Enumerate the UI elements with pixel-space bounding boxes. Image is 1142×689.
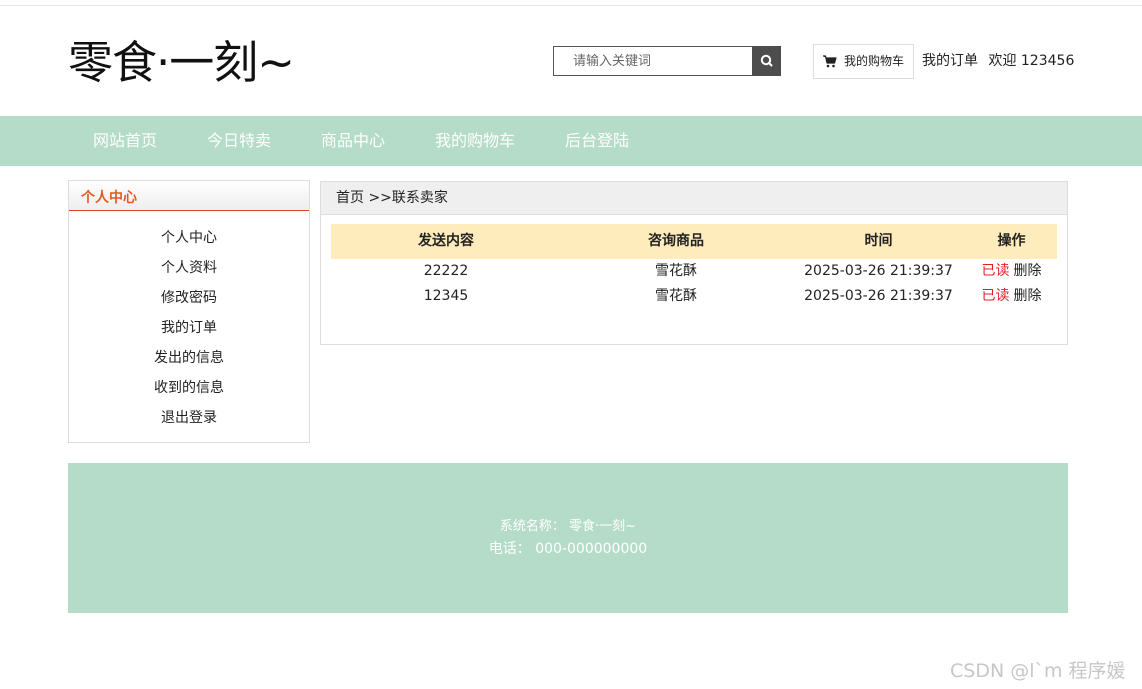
sidebar-title: 个人中心 [81,190,137,206]
sidebar-item-change-password[interactable]: 修改密码 [69,286,309,316]
sidebar-item-profile[interactable]: 个人资料 [69,256,309,286]
cart-label: 我的购物车 [844,54,905,68]
cell-actions: 已读 删除 [966,259,1057,284]
footer-system-name: 系统名称： 零食·一刻~ [499,519,637,534]
cell-content: 22222 [423,263,469,279]
footer: 系统名称： 零食·一刻~ 电话： 000-000000000 [68,463,1068,613]
sidebar-item-logout[interactable]: 退出登录 [69,406,309,436]
sidebar-item-sent-messages[interactable]: 发出的信息 [69,346,309,376]
column-header-product: 咨询商品 [648,233,704,249]
sidebar-header: 个人中心 [69,181,309,211]
user-links: 我的订单 欢迎 123456 [922,51,1080,71]
cell-product: 雪花酥 [655,263,697,279]
cell-product: 雪花酥 [655,288,697,304]
top-divider [0,5,1142,6]
nav-item-cart[interactable]: 我的购物车 [435,116,515,166]
table-row: 12345 雪花酥 2025-03-26 21:39:37 已读 删除 [331,284,1057,309]
search-input[interactable] [554,47,751,75]
messages-table: 发送内容 咨询商品 时间 操作 22222 雪花酥 2025-03-26 21:… [331,224,1057,309]
main-panel: 首页 >>联系卖家 发送内容 咨询商品 时间 操作 22222 雪花酥 2025… [320,181,1068,345]
my-orders-link[interactable]: 我的订单 [922,53,978,69]
search-box [553,46,753,76]
nav-item-daily-deals[interactable]: 今日特卖 [207,116,271,166]
sidebar-menu: 个人中心 个人资料 修改密码 我的订单 发出的信息 收到的信息 退出登录 [69,226,309,436]
search-icon [760,54,773,67]
sidebar-item-personal-center[interactable]: 个人中心 [69,226,309,256]
welcome-text: 欢迎 123456 [988,53,1075,69]
watermark: CSDN @l`m 程序媛 [950,660,1126,682]
table-row: 22222 雪花酥 2025-03-26 21:39:37 已读 删除 [331,259,1057,284]
cell-content: 12345 [423,288,469,304]
search-button[interactable] [752,46,781,76]
mark-read-link[interactable]: 已读 [982,263,1010,279]
sidebar-item-received-messages[interactable]: 收到的信息 [69,376,309,406]
footer-phone: 电话： 000-000000000 [488,541,648,557]
column-header-actions: 操作 [997,233,1026,249]
delete-link[interactable]: 删除 [1014,288,1042,304]
cell-actions: 已读 删除 [966,284,1057,309]
cart-button[interactable]: 我的购物车 [813,44,914,79]
site-logo[interactable]: 零食·一刻~ [68,34,295,92]
column-header-time: 时间 [864,233,893,249]
cell-time: 2025-03-26 21:39:37 [804,288,953,304]
cell-time: 2025-03-26 21:39:37 [804,263,953,279]
delete-link[interactable]: 删除 [1014,263,1042,279]
cart-icon [823,55,837,68]
table-header: 发送内容 咨询商品 时间 操作 [331,224,1057,259]
nav-item-products[interactable]: 商品中心 [321,116,385,166]
mark-read-link[interactable]: 已读 [982,288,1010,304]
sidebar-item-my-orders[interactable]: 我的订单 [69,316,309,346]
column-header-content: 发送内容 [418,233,474,249]
nav-item-home[interactable]: 网站首页 [93,116,157,166]
sidebar: 个人中心 个人中心 个人资料 修改密码 我的订单 发出的信息 收到的信息 退出登… [68,180,310,443]
nav-item-admin-login[interactable]: 后台登陆 [565,116,629,166]
main-nav: 网站首页 今日特卖 商品中心 我的购物车 后台登陆 [0,116,1142,166]
breadcrumb: 首页 >>联系卖家 [321,182,1067,215]
